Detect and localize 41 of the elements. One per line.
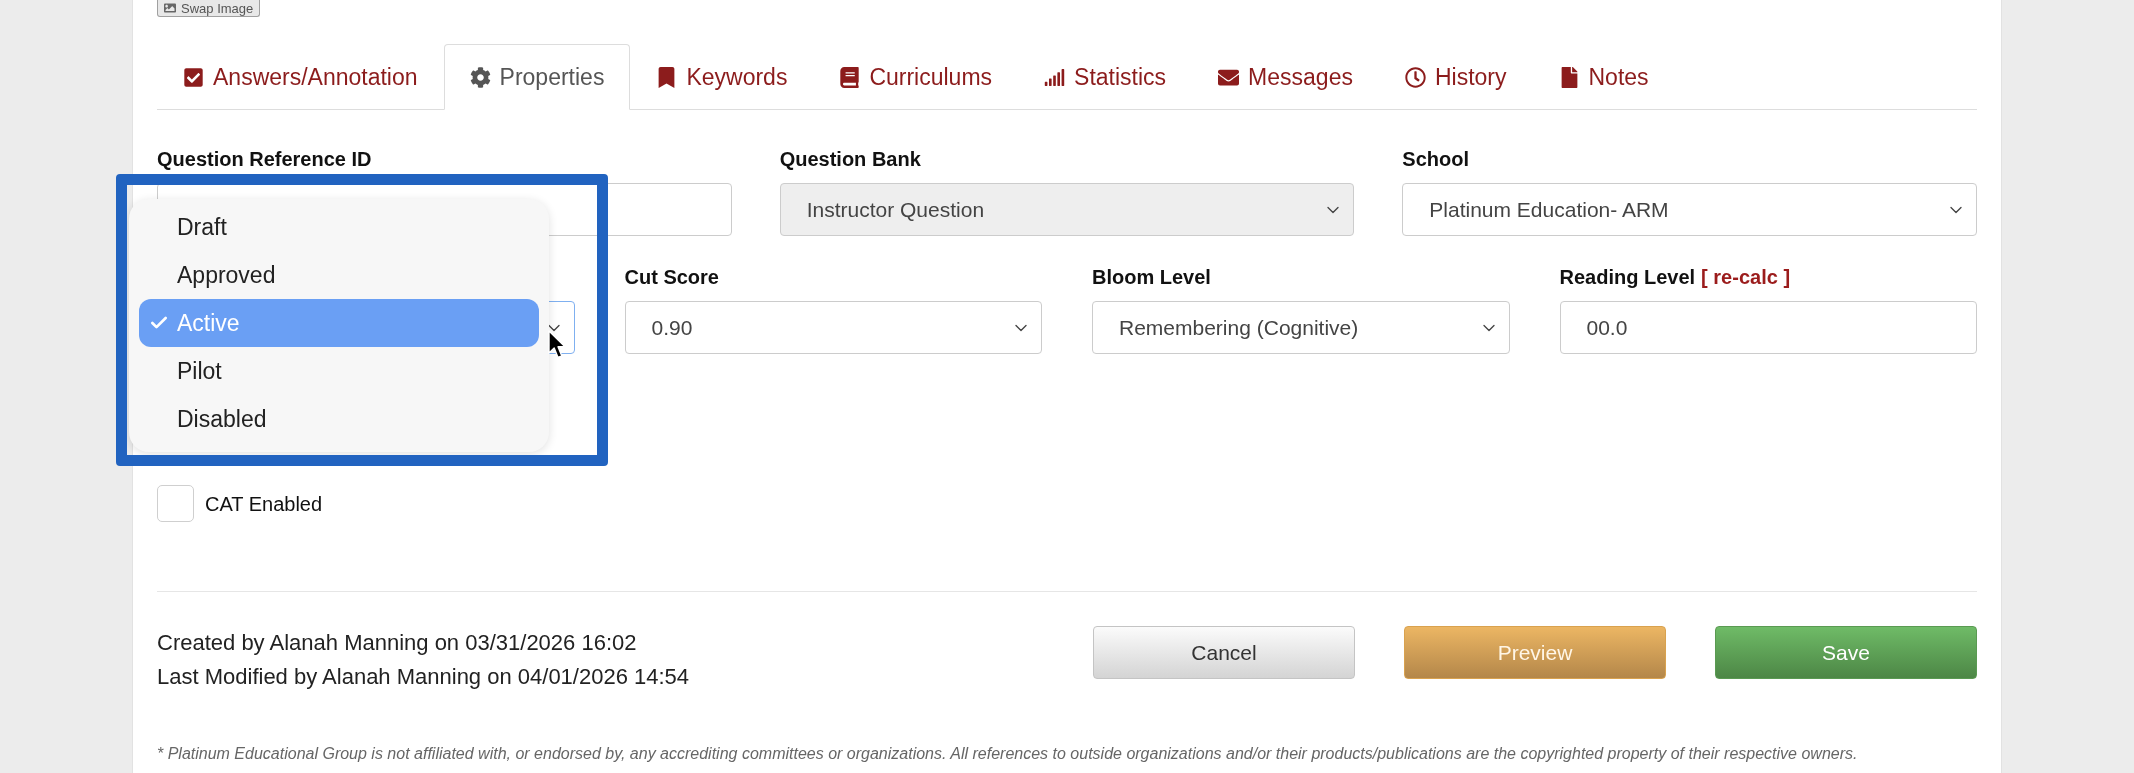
tab[interactable]: Messages	[1192, 44, 1379, 110]
field-label: Cut Score	[624, 265, 719, 289]
dropdown-option[interactable]: Pilot	[139, 347, 539, 395]
field-label: School	[1402, 147, 1469, 171]
tab[interactable]: Statistics	[1018, 44, 1193, 110]
field-label: Reading Level	[1559, 265, 1696, 289]
field-label: Question Reference ID	[157, 147, 372, 171]
dropdown-option[interactable]: Draft	[139, 203, 539, 251]
option-label: Disabled	[177, 404, 267, 434]
tab[interactable]: Properties	[443, 44, 631, 110]
recalc-link[interactable]: [ re-calc ]	[1701, 265, 1791, 289]
gear-icon	[469, 66, 491, 88]
cancel-button[interactable]: Cancel	[1093, 626, 1355, 679]
field-label: Question Bank	[779, 147, 921, 171]
disclaimer-text: * Platinum Educational Group is not affiliated with, or endorsed by, any accrediting committees or organizations. All references to outside organizations and/or their products/publications are the copyrighted property of their respective owners.	[157, 745, 1858, 762]
text-field[interactable]: 00.0	[1559, 301, 1977, 354]
swap-image-button[interactable]: Swap Image	[157, 0, 261, 17]
checked-box-icon	[183, 66, 204, 88]
clock-icon	[1404, 66, 1426, 88]
audit-text: Last Modified by Alanah Manning on 04/01/2026 14:54	[157, 663, 690, 691]
select-field[interactable]: Remembering (Cognitive)	[1092, 301, 1510, 354]
bar-chart-icon	[1044, 66, 1066, 88]
tab[interactable]: Notes	[1532, 44, 1675, 110]
audit-text: Created by Alanah Manning on 03/31/2026 16:02	[157, 629, 638, 657]
dropdown-option[interactable]: Disabled	[139, 395, 539, 443]
image-icon	[164, 2, 176, 14]
checkbox-label: CAT Enabled	[205, 491, 323, 517]
option-label: Approved	[177, 260, 276, 290]
tab[interactable]: History	[1378, 44, 1533, 110]
select-field[interactable]: Platinum Education- ARM	[1402, 183, 1977, 236]
dropdown-option[interactable]: Approved	[139, 251, 539, 299]
field-label: Bloom Level	[1092, 265, 1211, 289]
tab[interactable]: Keywords	[630, 44, 814, 110]
tab[interactable]: Answers/Annotation	[157, 44, 444, 110]
tab[interactable]: Curriculums	[813, 44, 1019, 110]
select-field[interactable]: 0.90	[624, 301, 1042, 354]
option-label: Active	[177, 308, 240, 338]
book-icon	[839, 66, 861, 88]
option-label: Draft	[177, 212, 227, 242]
checkbox[interactable]	[157, 485, 194, 522]
option-label: Pilot	[177, 356, 222, 386]
